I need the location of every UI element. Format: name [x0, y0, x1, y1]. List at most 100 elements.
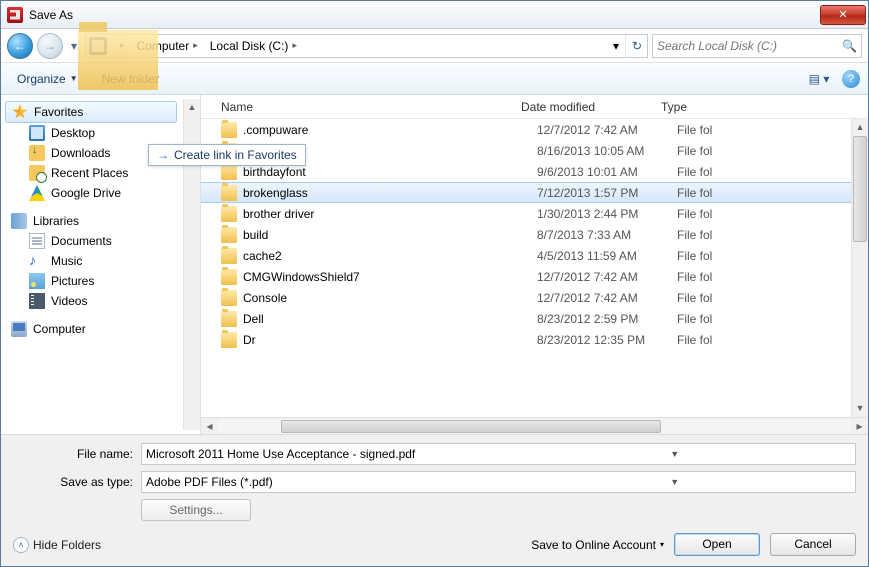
chevron-down-icon[interactable]: ▼	[499, 477, 852, 487]
libraries-icon	[11, 213, 27, 229]
scroll-track[interactable]	[852, 136, 868, 400]
pic-icon	[29, 273, 45, 289]
table-row[interactable]: .compuware12/7/2012 7:42 AMFile fol	[201, 119, 851, 140]
sidebar-item-label: Pictures	[51, 274, 94, 288]
close-button[interactable]: ✕	[820, 5, 866, 25]
sidebar-item-recent-places[interactable]: Recent Places	[5, 163, 183, 183]
saveastype-field[interactable]: Adobe PDF Files (*.pdf) ▼	[141, 471, 856, 493]
chevron-right-icon: ▸	[292, 40, 297, 51]
folder-icon	[221, 290, 237, 306]
window-title: Save As	[29, 8, 820, 22]
star-icon	[12, 104, 28, 120]
organize-label: Organize	[17, 72, 66, 86]
table-row[interactable]: Console12/7/2012 7:42 AMFile fol	[201, 287, 851, 308]
column-header-date[interactable]: Date modified	[521, 100, 661, 114]
table-row[interactable]: brokenglass7/12/2013 1:57 PMFile fol	[201, 182, 851, 203]
scroll-right-button[interactable]: ▸	[851, 419, 868, 433]
sidebar-item-libraries[interactable]: Libraries	[5, 211, 183, 231]
file-name: brokenglass	[243, 186, 537, 200]
chevron-down-icon[interactable]: ▼	[499, 449, 852, 459]
sidebar-item-computer[interactable]: Computer	[5, 319, 183, 339]
sidebar-item-music[interactable]: ♪Music	[5, 251, 183, 271]
back-button[interactable]: ←	[7, 33, 33, 59]
file-horizontal-scrollbar[interactable]: ◂ ▸	[201, 417, 868, 434]
table-row[interactable]: Dr8/23/2012 12:35 PMFile fol	[201, 329, 851, 350]
chevron-down-icon: ▼	[70, 74, 78, 83]
file-name: Dell	[243, 312, 537, 326]
view-options-button[interactable]: ▤ ▾	[804, 72, 834, 86]
app-pdf-icon	[7, 7, 23, 23]
column-header-type[interactable]: Type	[661, 100, 721, 114]
table-row[interactable]: cache24/5/2013 11:59 AMFile fol	[201, 245, 851, 266]
libraries-group: Libraries Documents♪Music Pictures Videos	[5, 211, 183, 311]
file-type: File fol	[677, 186, 737, 200]
sidebar-item-desktop[interactable]: Desktop	[5, 123, 183, 143]
table-row[interactable]: Dell8/23/2012 2:59 PMFile fol	[201, 308, 851, 329]
file-date: 8/23/2012 12:35 PM	[537, 333, 677, 347]
search-input[interactable]	[657, 39, 842, 53]
filename-label: File name:	[13, 447, 133, 461]
save-online-account-menu[interactable]: Save to Online Account ▾	[531, 538, 664, 552]
breadcrumb-localdisk[interactable]: Local Disk (C:) ▸	[204, 35, 303, 57]
file-type: File fol	[677, 228, 737, 242]
toolbar: Organize ▼ New folder ▤ ▾ ?	[1, 63, 868, 95]
forward-button[interactable]: →	[37, 33, 63, 59]
sidebar-item-label: Desktop	[51, 126, 95, 140]
drop-tooltip: → Create link in Favorites	[148, 144, 306, 166]
sidebar-item-google-drive[interactable]: Google Drive	[5, 183, 183, 203]
search-icon[interactable]: 🔍	[842, 39, 857, 53]
breadcrumb-dropdown[interactable]: ▾	[607, 35, 625, 57]
file-date: 7/12/2013 1:57 PM	[537, 186, 677, 200]
sidebar-item-pictures[interactable]: Pictures	[5, 271, 183, 291]
filename-field[interactable]: Microsoft 2011 Home Use Acceptance - sig…	[141, 443, 856, 465]
breadcrumb-root-chevron[interactable]: ▸	[110, 35, 131, 57]
scroll-thumb[interactable]	[853, 136, 867, 242]
scroll-up-button[interactable]: ▲	[852, 119, 868, 136]
file-type: File fol	[677, 270, 737, 284]
scroll-up-button[interactable]: ▲	[184, 99, 200, 116]
table-row[interactable]: build8/7/2013 7:33 AMFile fol	[201, 224, 851, 245]
saveastype-row: Save as type: Adobe PDF Files (*.pdf) ▼	[13, 471, 856, 493]
hide-folders-button[interactable]: ˄ Hide Folders	[13, 537, 101, 553]
sidebar-item-label: Recent Places	[51, 166, 128, 180]
file-date: 8/16/2013 10:05 AM	[537, 144, 677, 158]
refresh-button[interactable]: ↻	[625, 35, 647, 57]
column-header-name[interactable]: Name	[221, 100, 521, 114]
organize-menu[interactable]: Organize ▼	[9, 70, 86, 88]
recent-locations-dropdown[interactable]: ▾	[67, 39, 81, 53]
settings-button[interactable]: Settings...	[141, 499, 251, 521]
scroll-left-button[interactable]: ◂	[201, 419, 218, 433]
filename-value: Microsoft 2011 Home Use Acceptance - sig…	[146, 447, 499, 461]
file-date: 8/23/2012 2:59 PM	[537, 312, 677, 326]
scroll-thumb[interactable]	[281, 420, 661, 433]
file-vertical-scrollbar[interactable]: ▲ ▼	[851, 119, 868, 417]
cancel-button[interactable]: Cancel	[770, 533, 856, 556]
file-date: 12/7/2012 7:42 AM	[537, 270, 677, 284]
scroll-track[interactable]	[218, 419, 851, 434]
help-button[interactable]: ?	[842, 70, 860, 88]
search-box[interactable]: 🔍	[652, 34, 862, 58]
gdrive-icon	[29, 185, 45, 201]
saveastype-label: Save as type:	[13, 475, 133, 489]
table-row[interactable]: brother driver1/30/2013 2:44 PMFile fol	[201, 203, 851, 224]
computer-icon	[11, 321, 27, 337]
file-date: 4/5/2013 11:59 AM	[537, 249, 677, 263]
recent-icon	[29, 165, 45, 181]
folder-icon	[221, 311, 237, 327]
file-date: 12/7/2012 7:42 AM	[537, 123, 677, 137]
sidebar-item-documents[interactable]: Documents	[5, 231, 183, 251]
sidebar-item-favorites[interactable]: Favorites	[5, 101, 177, 123]
filename-row: File name: Microsoft 2011 Home Use Accep…	[13, 443, 856, 465]
open-button[interactable]: Open	[674, 533, 760, 556]
breadcrumb[interactable]: ▸ Computer ▸ Local Disk (C:) ▸ ▾ ↻	[85, 34, 648, 58]
new-folder-button[interactable]: New folder	[94, 70, 167, 88]
table-row[interactable]: CMGWindowsShield712/7/2012 7:42 AMFile f…	[201, 266, 851, 287]
settings-row: Settings...	[13, 499, 856, 521]
chevron-down-icon: ▾	[823, 72, 829, 86]
file-date: 9/6/2013 10:01 AM	[537, 165, 677, 179]
file-name: .compuware	[243, 123, 537, 137]
sidebar-item-videos[interactable]: Videos	[5, 291, 183, 311]
scroll-down-button[interactable]: ▼	[852, 400, 868, 417]
breadcrumb-computer[interactable]: Computer ▸	[131, 35, 204, 57]
file-name: brother driver	[243, 207, 537, 221]
